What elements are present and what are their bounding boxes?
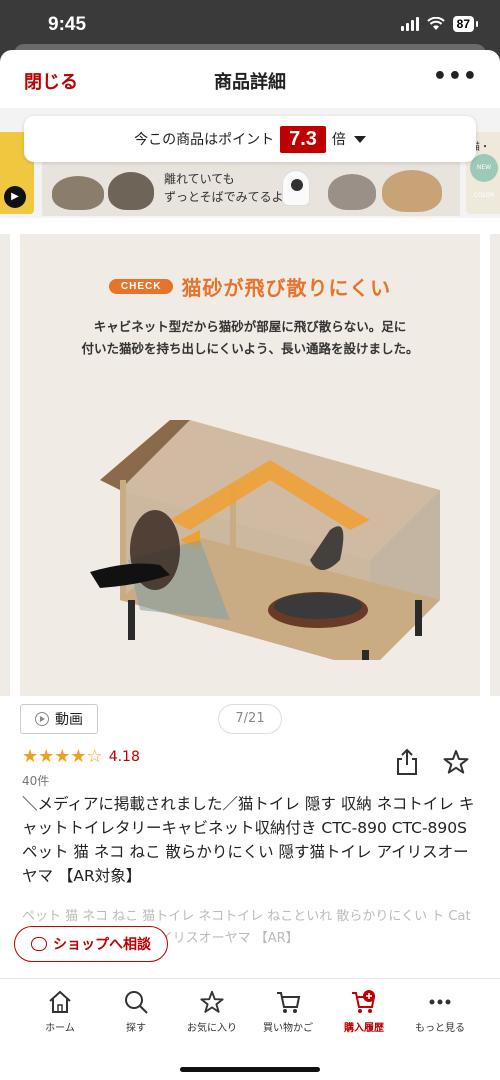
tab-label: 買い物かご (263, 1023, 313, 1034)
banner-line-1: 離れていても (164, 172, 235, 186)
bottom-tab-bar: ホーム 探す お気に入り 買い物かご 購入履歴 もっと見る (0, 978, 500, 1080)
signal-icon (400, 17, 419, 31)
chat-icon (31, 937, 47, 951)
nav-bar: 閉じる 商品詳細 ••• (0, 50, 500, 108)
rating-row[interactable]: ★★★★☆ 4.18 (22, 746, 140, 767)
rating-stars: ★★★★☆ (22, 746, 103, 767)
page-title: 商品詳細 (214, 72, 286, 93)
image-carousel[interactable]: CHECK 猫砂が飛び散りにくい キャビネット型だから猫砂が部屋に飛び散らない。… (0, 234, 500, 696)
battery-indicator: 87 (452, 16, 479, 32)
share-icon[interactable] (394, 748, 420, 776)
purchase-history-icon (352, 990, 376, 1013)
rating-value: 4.18 (108, 748, 140, 765)
wifi-icon (426, 17, 445, 30)
carousel-next-peek (490, 234, 500, 696)
banner-text: 離れていても ずっとそばでみてるよ (164, 170, 284, 206)
status-icons: 87 (400, 16, 479, 32)
media-controls: 動画 7/21 (0, 702, 500, 738)
product-title: ＼メディアに掲載されました／猫トイレ 隠す 収納 ネコトイレ キャットトイレタリ… (22, 795, 475, 885)
tab-label: ホーム (45, 1023, 75, 1034)
promo-banner[interactable]: 離れていても ずっとそばでみてるよ (42, 162, 460, 216)
product-main-image[interactable]: CHECK 猫砂が飛び散りにくい キャビネット型だから猫砂が部屋に飛び散らない。… (20, 234, 480, 696)
tab-label: お気に入り (187, 1023, 237, 1034)
play-circle-icon (35, 712, 49, 726)
product-detail-sheet: 閉じる 商品詳細 ••• ▶ 離れていても ずっとそばでみてるよ 猫・ NEW … (0, 50, 500, 1080)
tab-more[interactable]: もっと見る (400, 989, 480, 1034)
home-indicator (180, 1067, 320, 1072)
review-count[interactable]: 40件 (22, 772, 49, 789)
tab-label: もっと見る (415, 1023, 465, 1034)
play-icon: ▶ (4, 186, 26, 208)
cart-icon (277, 992, 301, 1013)
more-options-button[interactable]: ••• (433, 64, 478, 89)
cabinet-illustration (90, 420, 440, 660)
tab-home[interactable]: ホーム (20, 989, 100, 1034)
points-banner[interactable]: 今この商品はポイント 7.3 倍 (24, 116, 476, 162)
dog-image (382, 170, 442, 212)
points-suffix: 倍 (331, 132, 346, 148)
image-counter: 7/21 (218, 704, 282, 734)
carousel-prev-peek (0, 234, 10, 696)
home-icon (49, 990, 71, 1013)
tab-purchase-history[interactable]: 購入履歴 (324, 989, 404, 1034)
caret-down-icon (353, 135, 366, 143)
tab-favorites[interactable]: お気に入り (172, 989, 252, 1034)
more-icon (429, 999, 451, 1005)
cat-image (328, 174, 376, 210)
dog-image (52, 176, 104, 210)
check-heading: CHECK 猫砂が飛び散りにくい (20, 272, 480, 301)
tab-label: 購入履歴 (344, 1023, 384, 1034)
shop-consult-label: ショップへ相談 (53, 937, 151, 953)
banner-line-2: ずっとそばでみてるよ (164, 190, 284, 204)
tab-cart[interactable]: 買い物かご (248, 989, 328, 1034)
desc-line-1: キャビネット型だから猫砂が部屋に飛び散らない。足に (93, 319, 407, 334)
status-bar: 9:45 87 (0, 0, 500, 50)
points-multiplier: 7.3 (280, 125, 326, 153)
favorite-star-icon[interactable] (442, 748, 470, 776)
tab-search[interactable]: 探す (96, 989, 176, 1034)
points-prefix: 今この商品はポイント (134, 132, 275, 148)
star-outline-icon: ☆ (86, 746, 103, 767)
star-icon (200, 990, 224, 1013)
image-description: キャビネット型だから猫砂が部屋に飛び散らない。足に 付いた猫砂を持ち出しにくいよ… (20, 316, 480, 360)
dog-image (108, 172, 154, 210)
desc-line-2: 付いた猫砂を持ち出しにくいよう、長い通路を設けました。 (81, 341, 419, 356)
video-button[interactable]: 動画 (20, 704, 98, 734)
status-time: 9:45 (48, 14, 87, 35)
search-icon (125, 991, 148, 1014)
check-badge: CHECK (108, 279, 174, 294)
check-headline: 猫砂が飛び散りにくい (181, 276, 392, 300)
camera-image (282, 170, 310, 206)
new-color-badge: NEW COLOR (470, 154, 498, 199)
shop-consult-button[interactable]: ショップへ相談 (14, 926, 168, 962)
tab-label: 探す (126, 1023, 146, 1034)
video-label: 動画 (55, 712, 83, 728)
